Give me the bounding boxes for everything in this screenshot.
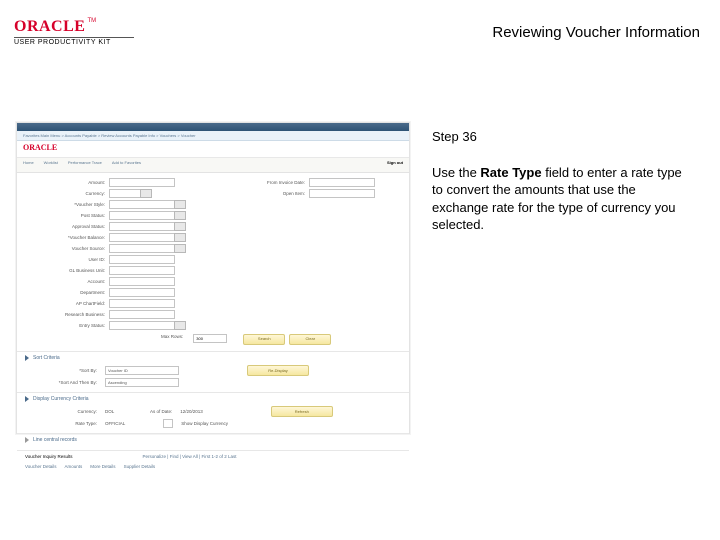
- display-currency-section: Display Currency Criteria Currency: DOL …: [17, 392, 409, 429]
- label-as-of-date: As of Date:: [122, 409, 172, 414]
- label-rate-type: Rate Type:: [33, 421, 97, 426]
- logo-brand: ORACLE: [14, 18, 85, 35]
- label-research-business: Research Business:: [19, 312, 109, 317]
- input-research-business[interactable]: [109, 310, 175, 319]
- redisplay-button[interactable]: Re-Display: [247, 365, 309, 376]
- tab-worklist[interactable]: Worklist: [44, 160, 58, 170]
- tab-signout[interactable]: Sign out: [387, 160, 403, 170]
- label-show-display-currency: Show Display Currency: [181, 421, 228, 426]
- input-from-invoice-date[interactable]: [309, 178, 375, 187]
- value-rate-type: OFFICIAL: [105, 421, 125, 426]
- label-amount: Amount:: [19, 180, 109, 185]
- triangle-down-icon[interactable]: [25, 396, 29, 402]
- header: ORACLETM USER PRODUCTIVITY KIT Reviewing…: [0, 18, 720, 54]
- input-amount[interactable]: [109, 178, 175, 187]
- label-sort-by: *Sort By:: [33, 368, 97, 373]
- select-entry-status[interactable]: [109, 321, 175, 330]
- lookup-icon[interactable]: [140, 189, 152, 198]
- label-entry-status: Entry Status:: [19, 323, 109, 328]
- instr-bold: Rate Type: [480, 165, 541, 180]
- select-voucher-balance[interactable]: [109, 233, 175, 242]
- chevron-down-icon[interactable]: [174, 200, 186, 209]
- results-title: Voucher Inquiry Results: [25, 454, 73, 459]
- chevron-down-icon[interactable]: [174, 211, 186, 220]
- tab-voucher-details[interactable]: Voucher Details: [25, 464, 57, 469]
- tab-favorites[interactable]: Add to Favorites: [112, 160, 141, 170]
- value-display-currency: DOL: [105, 409, 114, 414]
- search-form: Amount: Currency: *Voucher Style: Post S…: [17, 173, 409, 347]
- tab-performance[interactable]: Performance Trace: [68, 160, 102, 170]
- label-account: Account:: [19, 279, 109, 284]
- select-post-status[interactable]: [109, 211, 175, 220]
- page-title: Reviewing Voucher Information: [492, 24, 700, 41]
- input-user-id[interactable]: [109, 255, 175, 264]
- app-window-titlebar: [17, 123, 409, 131]
- clear-button[interactable]: Clear: [289, 334, 331, 345]
- chevron-down-icon[interactable]: [174, 222, 186, 231]
- tab-home[interactable]: Home: [23, 160, 34, 170]
- label-post-status: Post Status:: [19, 213, 109, 218]
- step-label: Step 36: [432, 128, 694, 146]
- instr-pre: Use the: [432, 165, 480, 180]
- label-sort-then-by: *Sort And Then By:: [33, 380, 97, 385]
- section-title-records: Line central records: [33, 437, 77, 443]
- label-voucher-source: Voucher Source:: [19, 246, 109, 251]
- app-brand: ORACLE: [17, 141, 409, 158]
- input-max-rows[interactable]: 300: [193, 334, 227, 343]
- search-button[interactable]: Search: [243, 334, 285, 345]
- triangle-right-icon[interactable]: [25, 437, 29, 443]
- label-user-id: User ID:: [19, 257, 109, 262]
- label-max-rows: Max Rows:: [161, 334, 189, 345]
- label-from-invoice-date: From Invoice Date:: [219, 180, 309, 185]
- results-section: Voucher Inquiry Results Personalize | Fi…: [17, 450, 409, 471]
- tab-supplier-details[interactable]: Supplier Details: [124, 464, 156, 469]
- instruction-panel: Step 36 Use the Rate Type field to enter…: [432, 128, 694, 234]
- label-department: Department:: [19, 290, 109, 295]
- chevron-down-icon[interactable]: [174, 233, 186, 242]
- sort-criteria-section: Sort Criteria *Sort By: Voucher ID Re-Di…: [17, 351, 409, 388]
- label-voucher-style: *Voucher Style:: [19, 202, 109, 207]
- refresh-button[interactable]: Refresh: [271, 406, 333, 417]
- input-department[interactable]: [109, 288, 175, 297]
- checkbox-show-display-currency[interactable]: [163, 419, 173, 428]
- input-gl-bu[interactable]: [109, 266, 175, 275]
- tab-amounts[interactable]: Amounts: [65, 464, 83, 469]
- input-currency[interactable]: [109, 189, 141, 198]
- label-approval-status: Approval Status:: [19, 224, 109, 229]
- chevron-down-icon[interactable]: [174, 321, 186, 330]
- logo-subtitle: USER PRODUCTIVITY KIT: [14, 39, 134, 46]
- value-as-of-date: 12/20/2013: [180, 409, 203, 414]
- chevron-down-icon[interactable]: [174, 244, 186, 253]
- app-top-links: Home Worklist Performance Trace Add to F…: [17, 158, 409, 173]
- select-sort-by[interactable]: Voucher ID: [105, 366, 179, 375]
- label-voucher-balance: *Voucher Balance:: [19, 235, 109, 240]
- breadcrumb: Favorites Main Menu > Accounts Payable >…: [17, 131, 409, 141]
- label-currency: Currency:: [19, 191, 109, 196]
- label-open-item: Open Item:: [219, 191, 309, 196]
- input-ap-chartfield[interactable]: [109, 299, 175, 308]
- label-display-currency: Currency:: [33, 409, 97, 414]
- instruction-text: Use the Rate Type field to enter a rate …: [432, 164, 694, 234]
- triangle-down-icon[interactable]: [25, 355, 29, 361]
- tab-more-details[interactable]: More Details: [90, 464, 115, 469]
- logo-tm: TM: [87, 18, 96, 24]
- results-pager[interactable]: Personalize | Find | View All | First 1-…: [143, 454, 237, 459]
- section-title-sort: Sort Criteria: [33, 355, 60, 361]
- input-account[interactable]: [109, 277, 175, 286]
- section-title-display: Display Currency Criteria: [33, 396, 89, 402]
- input-open-item[interactable]: [309, 189, 375, 198]
- application-screenshot: Favorites Main Menu > Accounts Payable >…: [16, 122, 410, 434]
- oracle-logo: ORACLETM USER PRODUCTIVITY KIT: [14, 18, 134, 46]
- label-ap-chartfield: AP ChartField:: [19, 301, 109, 306]
- select-sort-then-by[interactable]: Ascending: [105, 378, 179, 387]
- line-records-section: Line central records: [17, 433, 409, 446]
- label-gl-bu: GL Business Unit:: [19, 268, 109, 273]
- select-voucher-source[interactable]: [109, 244, 175, 253]
- select-voucher-style[interactable]: [109, 200, 175, 209]
- select-approval-status[interactable]: [109, 222, 175, 231]
